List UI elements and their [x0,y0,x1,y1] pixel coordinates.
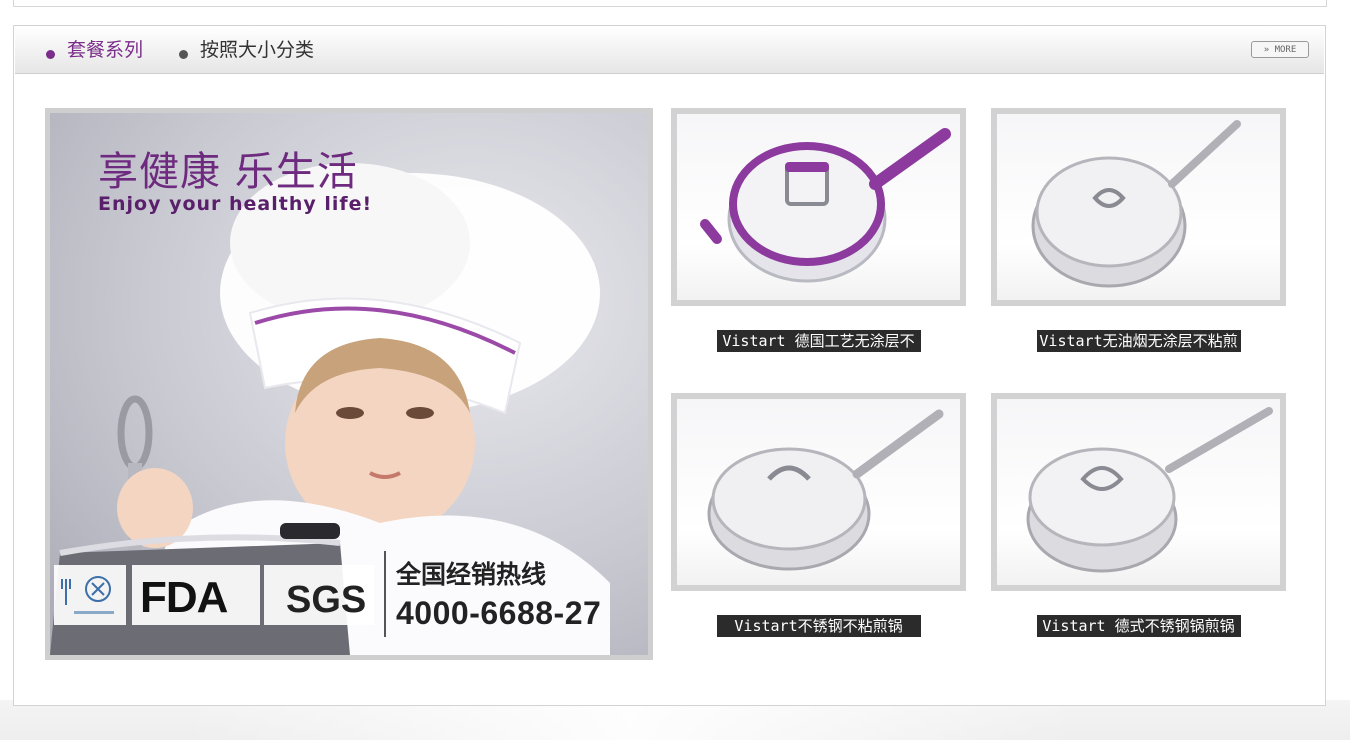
steel-frying-pan-icon [1031,120,1241,288]
product-image[interactable] [997,114,1280,300]
purple-lid-saute-pan-icon [700,128,951,283]
certification-strip: FDA SGS [54,565,384,629]
product-image[interactable] [677,399,960,585]
more-button[interactable]: » MORE [1251,41,1309,58]
product-card[interactable]: Vistart无油烟无涂层不粘煎 [991,108,1286,352]
product-image-frame [671,393,966,591]
section-tab-bar: 套餐系列 按照大小分类 » MORE [15,27,1324,74]
product-card[interactable]: Vistart 德式不锈钢锅煎锅 [991,393,1286,637]
product-name[interactable]: Vistart无油烟无涂层不粘煎 [1036,330,1241,352]
product-image[interactable] [997,399,1280,585]
hotline-label: 全国经销热线 [396,560,547,589]
product-image-frame [991,108,1286,306]
product-name[interactable]: Vistart不锈钢不粘煎锅 [716,615,921,637]
page-background-band [0,700,1350,740]
tab-set-series[interactable]: 套餐系列 [46,27,143,73]
banner-title: 享健康 乐生活 [98,149,358,195]
hotline-number: 4000-6688-27 [396,595,602,631]
product-image[interactable] [677,114,960,300]
steel-saucepan-icon [1026,407,1273,573]
food-safety-logo [54,565,126,625]
product-name[interactable]: Vistart 德式不锈钢锅煎锅 [1036,615,1241,637]
food-safety-icon [61,576,114,614]
tab-label: 套餐系列 [67,39,144,61]
product-image-frame [991,393,1286,591]
bullet-icon [46,50,55,59]
product-name[interactable]: Vistart 德国工艺无涂层不 [716,330,921,352]
promo-banner-image: 享健康 乐生活 Enjoy your healthy life! FDA SGS… [50,113,648,655]
previous-section-panel [13,0,1327,7]
product-card[interactable]: Vistart不锈钢不粘煎锅 [671,393,966,637]
tab-by-size[interactable]: 按照大小分类 [179,27,314,73]
steel-saute-pan-icon [707,409,944,571]
tab-label: 按照大小分类 [200,39,315,61]
fda-logo: FDA [140,573,228,622]
product-card[interactable]: Vistart 德国工艺无涂层不 [671,108,966,352]
bullet-icon [179,50,188,59]
banner-subtitle: Enjoy your healthy life! [98,193,373,215]
hotline-divider [384,551,386,637]
product-image-frame [671,108,966,306]
promo-banner[interactable]: 享健康 乐生活 Enjoy your healthy life! FDA SGS… [45,108,653,660]
sgs-logo: SGS [286,579,367,621]
